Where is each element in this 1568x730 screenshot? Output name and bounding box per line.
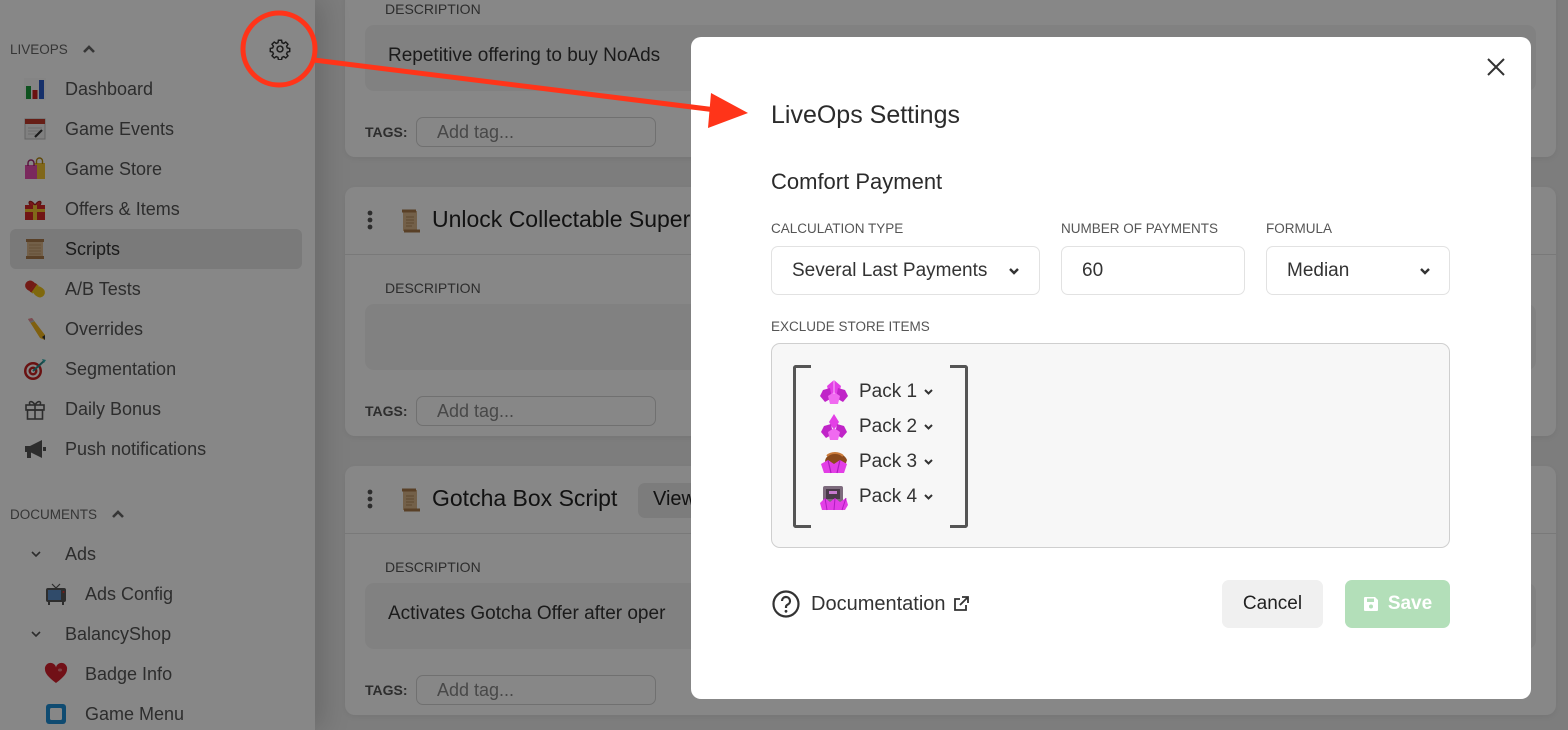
gem-pack-icon bbox=[820, 380, 848, 404]
number-of-payments-label: NUMBER OF PAYMENTS bbox=[1061, 221, 1219, 236]
chevron-down-icon bbox=[1009, 268, 1019, 275]
calculation-type-select[interactable]: Several Last Payments bbox=[771, 246, 1040, 295]
store-item-label: Pack 3 bbox=[859, 451, 918, 472]
gem-pack-icon bbox=[821, 414, 847, 440]
dialog-title: LiveOps Settings bbox=[771, 101, 960, 129]
chevron-down-icon bbox=[924, 459, 933, 465]
store-item-pack-1[interactable]: Pack 1 bbox=[819, 377, 934, 407]
array-close-bracket bbox=[950, 365, 968, 528]
documentation-link[interactable]: Documentation bbox=[771, 589, 970, 619]
close-icon[interactable] bbox=[1486, 57, 1506, 77]
exclude-store-items-label: EXCLUDE STORE ITEMS bbox=[771, 319, 930, 334]
exclude-store-items-editor[interactable]: Pack 1 Pack 2 Pack 3 Pack 4 bbox=[771, 343, 1450, 548]
floppy-disk-icon bbox=[1363, 597, 1378, 611]
number-of-payments-value: 60 bbox=[1082, 260, 1104, 281]
store-item-label: Pack 2 bbox=[859, 416, 918, 437]
save-label: Save bbox=[1387, 593, 1433, 614]
section-title: Comfort Payment bbox=[771, 169, 943, 194]
chevron-down-icon bbox=[924, 424, 933, 430]
gem-chest-icon bbox=[820, 486, 848, 511]
external-link-icon bbox=[953, 596, 969, 611]
number-of-payments-input[interactable]: 60 bbox=[1061, 246, 1245, 295]
chevron-down-icon bbox=[924, 494, 933, 500]
store-item-pack-2[interactable]: Pack 2 bbox=[819, 412, 934, 442]
chevron-down-icon bbox=[924, 389, 933, 395]
formula-label: FORMULA bbox=[1266, 221, 1333, 236]
store-item-pack-3[interactable]: Pack 3 bbox=[819, 447, 934, 477]
save-button[interactable]: Save bbox=[1345, 580, 1450, 628]
help-circle-icon bbox=[772, 590, 800, 618]
store-item-label: Pack 1 bbox=[859, 381, 918, 402]
calculation-type-value: Several Last Payments bbox=[792, 260, 988, 281]
formula-value: Median bbox=[1287, 260, 1350, 281]
gem-bag-icon bbox=[821, 452, 847, 474]
store-item-pack-4[interactable]: Pack 4 bbox=[819, 482, 934, 512]
liveops-settings-dialog: LiveOps Settings Comfort Payment CALCULA… bbox=[691, 37, 1531, 699]
array-open-bracket bbox=[793, 365, 811, 528]
formula-select[interactable]: Median bbox=[1266, 246, 1450, 295]
cancel-button[interactable]: Cancel bbox=[1222, 580, 1323, 628]
calculation-type-label: CALCULATION TYPE bbox=[771, 221, 904, 236]
store-item-label: Pack 4 bbox=[859, 486, 918, 507]
chevron-down-icon bbox=[1420, 268, 1430, 275]
documentation-label: Documentation bbox=[811, 592, 946, 615]
